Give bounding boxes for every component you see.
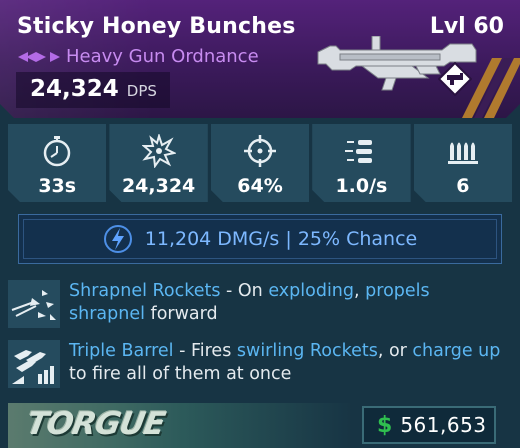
stat-accuracy: 64%	[210, 124, 310, 202]
stat-value: 24,324	[121, 175, 196, 197]
item-card: Sticky Honey Bunches Lvl 60 Heavy Gun Or…	[0, 0, 520, 448]
item-price: $ 561,653	[362, 406, 496, 444]
item-type-row: Heavy Gun Ordnance	[18, 46, 259, 67]
explosion-damage-icon	[141, 134, 176, 168]
stat-cooldown: 33s	[8, 124, 107, 202]
lightning-bolt-icon	[103, 225, 132, 253]
stat-value: 1.0/s	[335, 175, 388, 197]
dps-display: 24,324 DPS	[16, 72, 170, 108]
element-effect-text: 11,204 DMG/s | 25% Chance	[144, 228, 418, 250]
ammo-icon	[447, 142, 478, 164]
price-value: 561,653	[400, 413, 487, 437]
perk-name: Shrapnel Rockets	[69, 281, 221, 301]
stat-value: 64%	[237, 175, 283, 197]
perk-shrapnel-rockets: Shrapnel Rockets - On exploding, propels…	[8, 280, 509, 328]
dps-unit: DPS	[126, 82, 157, 100]
fire-rate-icon	[345, 140, 373, 163]
shrapnel-icon	[8, 280, 60, 328]
manufacturer-logo: TORGUE	[23, 406, 168, 442]
stat-fire-rate: 1.0/s	[312, 124, 411, 202]
crosshair-icon	[244, 135, 277, 167]
rarity-chevrons-icon	[18, 51, 60, 62]
weapon-type-badge-icon	[438, 62, 472, 96]
perk-description: Shrapnel Rockets - On exploding, propels…	[69, 281, 430, 324]
dps-value: 24,324	[30, 76, 119, 102]
stat-value: 6	[456, 175, 470, 197]
stopwatch-icon	[43, 136, 71, 167]
stat-magazine: 6	[413, 124, 513, 202]
item-name: Sticky Honey Bunches	[17, 14, 296, 39]
perk-description: Triple Barrel - Fires swirling Rockets, …	[69, 341, 501, 384]
triple-barrel-icon	[8, 340, 60, 388]
stat-damage: 24,324	[109, 124, 208, 202]
manufacturer-banner: TORGUE	[8, 403, 183, 448]
stat-value: 33s	[38, 175, 77, 197]
perk-triple-barrel: Triple Barrel - Fires swirling Rockets, …	[8, 340, 509, 388]
item-type: Heavy Gun Ordnance	[66, 46, 259, 67]
perk-name: Triple Barrel	[69, 341, 174, 361]
stats-row: 33s 24,324 64% 1.0/s 6	[8, 124, 513, 202]
currency-icon: $	[377, 412, 393, 438]
element-effect-bar: 11,204 DMG/s | 25% Chance	[18, 214, 502, 264]
